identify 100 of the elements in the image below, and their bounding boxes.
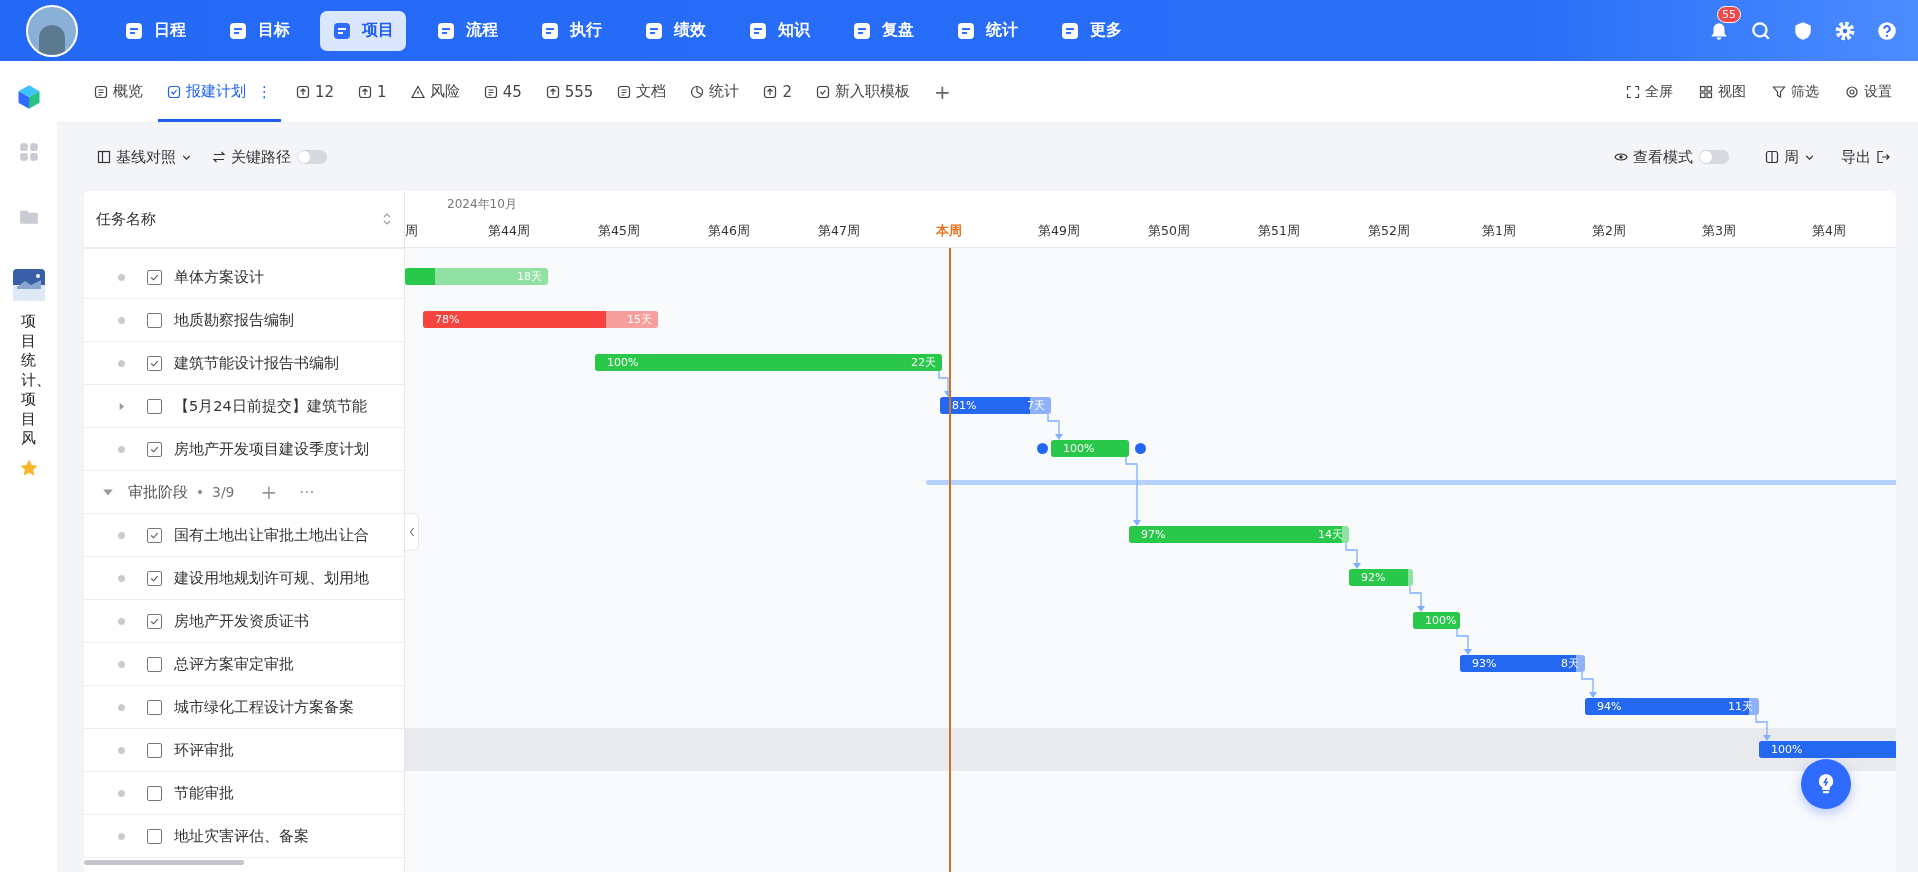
tab[interactable]: 统计	[681, 61, 749, 122]
task-name[interactable]: 房地产开发项目建设季度计划	[174, 439, 369, 459]
toolbar-button[interactable]: 全屏	[1620, 61, 1679, 122]
task-name[interactable]: 房地产开发资质证书	[174, 611, 309, 631]
checkbox[interactable]	[147, 613, 162, 629]
week-label: 第49周	[1037, 222, 1081, 240]
checkbox[interactable]	[147, 699, 162, 715]
task-name[interactable]: 【5月24日前提交】建筑节能	[174, 396, 367, 416]
tab[interactable]: 新入职模板	[806, 61, 919, 122]
tab[interactable]: 555	[536, 61, 603, 122]
help-icon[interactable]	[1876, 19, 1898, 42]
search-icon[interactable]	[1750, 19, 1772, 42]
add-tab-button[interactable]: +	[924, 61, 960, 122]
nav-item[interactable]: 流程	[424, 10, 510, 51]
checkbox[interactable]	[147, 828, 162, 844]
drag-handle[interactable]	[1135, 443, 1146, 454]
avatar[interactable]	[26, 4, 78, 57]
duration-label: 7天	[1027, 398, 1046, 413]
view-mode-toggle[interactable]	[1699, 150, 1729, 164]
toolbar-button[interactable]: 筛选	[1766, 61, 1825, 122]
group-name[interactable]: 审批阶段	[128, 482, 188, 502]
separator-dot	[198, 490, 202, 494]
week-label: 第51周	[1257, 222, 1301, 240]
week-label: 第2周	[1591, 222, 1627, 240]
task-bar[interactable]: 78% 15天	[423, 311, 658, 328]
month-label: 2024年10月	[446, 196, 518, 213]
task-name[interactable]: 建筑节能设计报告书编制	[174, 353, 339, 373]
progress-percent: 93%	[1471, 657, 1497, 670]
checkbox[interactable]	[147, 312, 162, 328]
checkbox[interactable]	[147, 355, 162, 371]
scrollbar[interactable]	[84, 860, 244, 865]
task-name[interactable]: 建设用地规划许可规、划用地	[174, 568, 369, 588]
checkbox[interactable]	[147, 269, 162, 285]
expand-arrow-icon[interactable]	[117, 401, 126, 411]
baseline-dropdown[interactable]: 基线对照	[91, 147, 198, 167]
nav-item[interactable]: 统计	[944, 10, 1030, 51]
critical-path-toggle[interactable]	[297, 150, 327, 164]
task-name[interactable]: 城市绿化工程设计方案备案	[174, 697, 354, 717]
checkbox[interactable]	[147, 441, 162, 457]
task-name[interactable]: 国有土地出让审批土地出让合	[174, 525, 369, 545]
nav-item[interactable]: 绩效	[632, 10, 718, 51]
connector-arrow	[1047, 413, 1063, 440]
nav-item[interactable]: 执行	[528, 10, 614, 51]
task-name[interactable]: 总评方案审定审批	[174, 654, 294, 674]
connector-arrow	[1125, 456, 1141, 526]
task-name[interactable]: 环评审批	[174, 740, 234, 760]
task-name[interactable]: 地质勘察报告编制	[174, 310, 294, 330]
nav-item[interactable]: 项目	[320, 10, 406, 51]
progress-percent: 78%	[434, 313, 460, 326]
expand-icon	[1626, 84, 1640, 99]
tab-menu-button[interactable]: ⋮	[257, 82, 272, 101]
upload-icon	[358, 84, 373, 99]
nav-item[interactable]: 复盘	[840, 10, 926, 51]
week-label: 本周	[935, 222, 963, 240]
progress-percent: 97%	[1140, 528, 1166, 541]
checkbox[interactable]	[147, 570, 162, 586]
checkbox[interactable]	[147, 527, 162, 543]
toolbar-button[interactable]: 视图	[1693, 61, 1752, 122]
week-label: 第52周	[1367, 222, 1411, 240]
tab[interactable]: 1	[349, 61, 396, 122]
duration-label: 14天	[1318, 527, 1344, 542]
upload-icon	[545, 84, 560, 99]
tab[interactable]: 45	[474, 61, 531, 122]
bullet-dot	[118, 316, 125, 324]
task-name[interactable]: 单体方案设计	[174, 267, 264, 287]
checkbox[interactable]	[147, 742, 162, 758]
export-button[interactable]: 导出	[1835, 147, 1896, 167]
nav-item[interactable]: 目标	[216, 10, 302, 51]
task-bar[interactable]: 81% 7天	[940, 397, 1051, 414]
connector-arrow	[1581, 671, 1597, 698]
connector-arrow	[1345, 542, 1361, 569]
tab[interactable]: 文档	[608, 61, 676, 122]
tab[interactable]: 概览	[85, 61, 152, 122]
export-icon	[1876, 150, 1890, 164]
shield-icon[interactable]	[1792, 19, 1814, 42]
task-bar[interactable]: 94% 11天	[1585, 698, 1759, 715]
toolbar-button[interactable]: 设置	[1839, 61, 1898, 122]
bullet-dot	[118, 832, 125, 840]
tab[interactable]: 2	[754, 61, 801, 122]
settings-icon[interactable]	[1834, 19, 1856, 42]
tab[interactable]: 报建计划 ⋮	[158, 61, 281, 122]
tab[interactable]: 12	[287, 61, 344, 122]
checkbox[interactable]	[147, 398, 162, 414]
task-name[interactable]: 节能审批	[174, 783, 234, 803]
warning-icon	[410, 84, 425, 99]
duration-label: 22天	[911, 355, 937, 370]
task-bar[interactable]: 93% 8天	[1460, 655, 1585, 672]
scale-dropdown[interactable]: 周	[1759, 147, 1821, 167]
checkbox[interactable]	[147, 785, 162, 801]
nav-item[interactable]: 日程	[112, 10, 198, 51]
sort-icon[interactable]	[382, 212, 392, 226]
chevron-left-icon	[407, 526, 416, 538]
task-bar[interactable]: 100%	[1759, 741, 1896, 758]
duration-label: 18天	[517, 269, 543, 284]
drag-handle[interactable]	[1037, 443, 1048, 454]
nav-item[interactable]: 知识	[736, 10, 822, 51]
tab[interactable]: 风险	[401, 61, 469, 122]
task-name[interactable]: 地址灾害评估、备案	[174, 826, 309, 846]
nav-item[interactable]: 更多	[1048, 10, 1134, 51]
checkbox[interactable]	[147, 656, 162, 672]
